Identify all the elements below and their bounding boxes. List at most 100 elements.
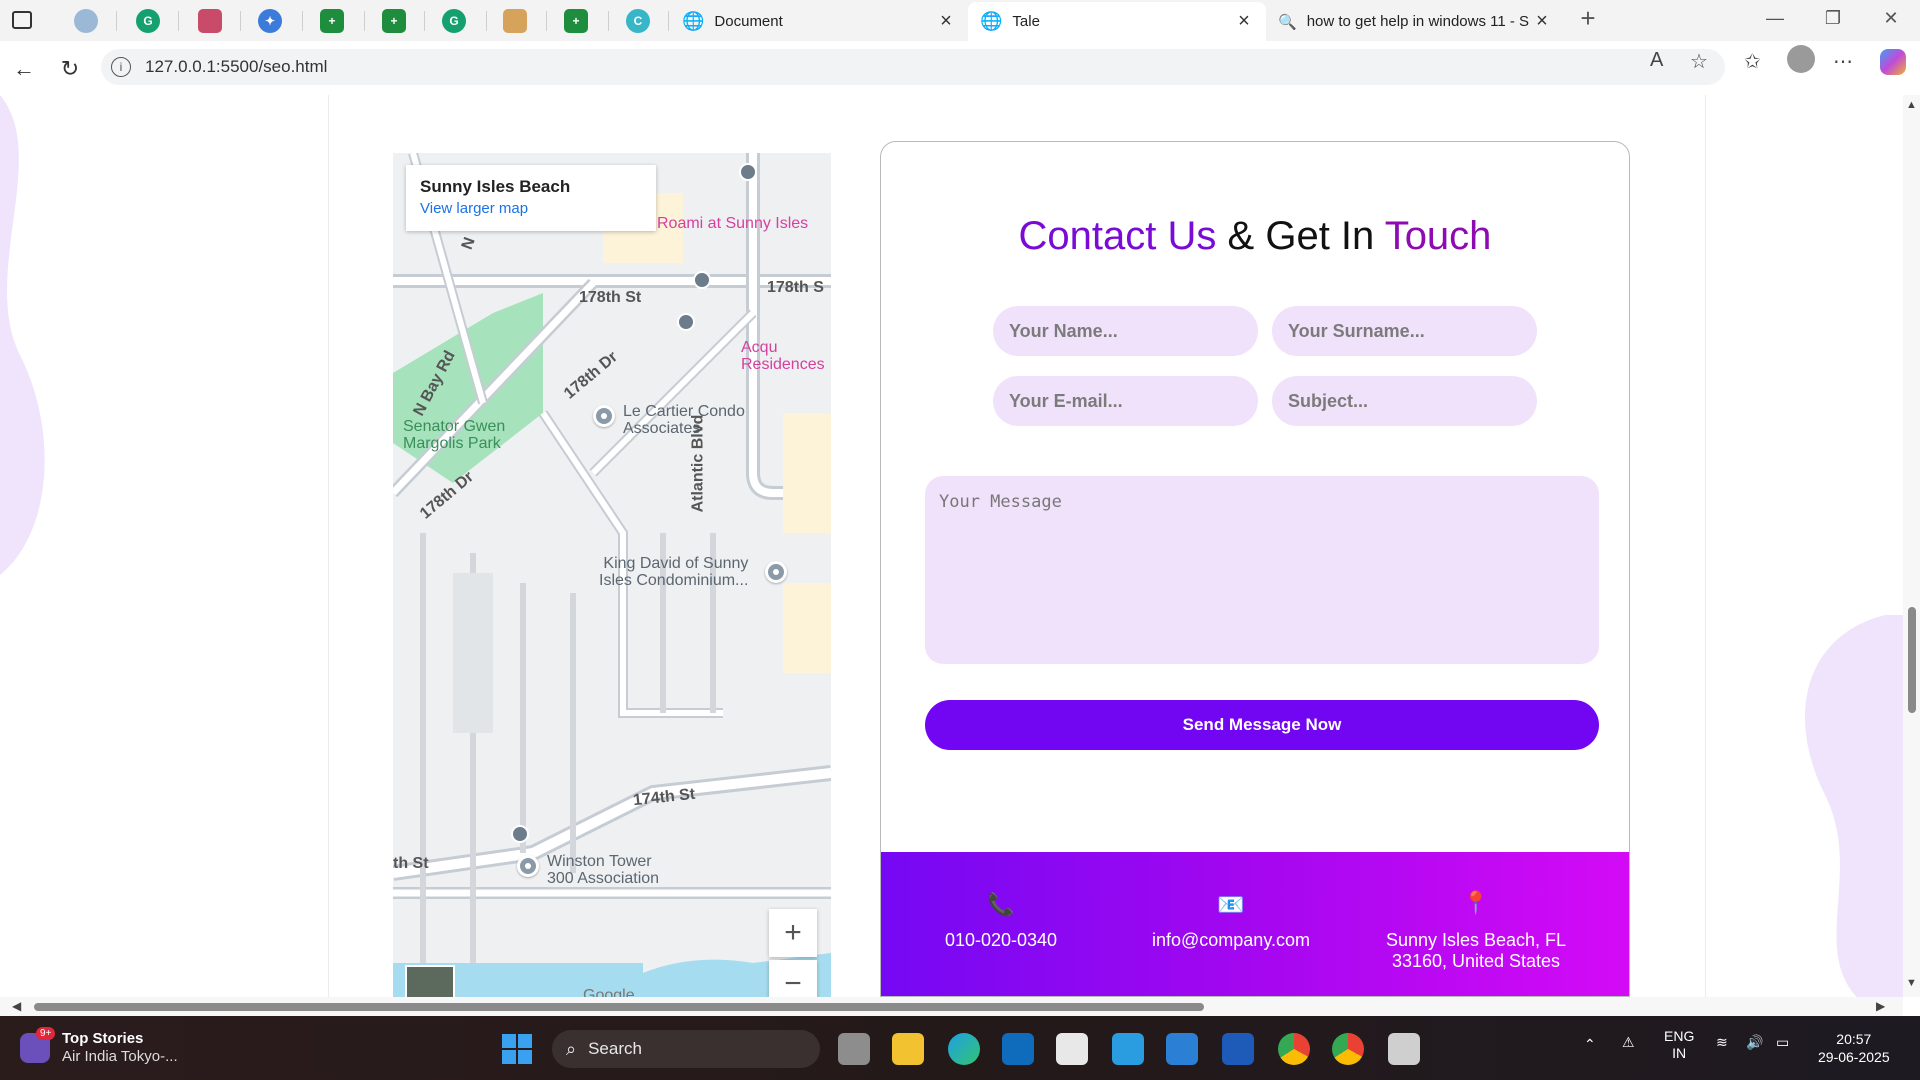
- address-line2: 33160, United States: [1391, 951, 1561, 971]
- address-line1: Sunny Isles Beach, FL: [1385, 930, 1567, 950]
- new-tab-button[interactable]: +: [1568, 3, 1608, 34]
- reload-icon[interactable]: ↻: [54, 53, 86, 85]
- browser-toolbar: ← ↻ i 127.0.0.1:5500/seo.html A ☆ ✩ ⋯: [0, 41, 1920, 95]
- store-icon[interactable]: [1056, 1033, 1088, 1065]
- zoom-out-button[interactable]: −: [769, 960, 817, 997]
- tab-document[interactable]: 🌐 Document ×: [670, 2, 968, 41]
- show-hidden-icons-chevron-icon[interactable]: ⌃: [1584, 1036, 1596, 1053]
- notes-app-icon[interactable]: [198, 9, 222, 33]
- task-view-icon[interactable]: [838, 1033, 870, 1065]
- back-arrow-icon[interactable]: ←: [8, 53, 40, 85]
- favorites-icon[interactable]: ✩: [1744, 49, 1761, 74]
- contact-info-band: 📞 010-020-0340 📧 info@company.com 📍 Sunn…: [881, 852, 1629, 996]
- tab-title: Document: [714, 13, 783, 30]
- tab-search-help[interactable]: 🔍 how to get help in windows 11 - S ×: [1266, 2, 1564, 41]
- chrome-icon[interactable]: [1332, 1033, 1364, 1065]
- tab-divider: [240, 11, 241, 31]
- vscode-icon[interactable]: [1166, 1033, 1198, 1065]
- email-info: 📧 info@company.com: [1131, 892, 1331, 951]
- message-textarea[interactable]: Your Message: [925, 476, 1599, 664]
- map-pin-icon[interactable]: [765, 561, 787, 583]
- scroll-left-arrow-icon[interactable]: ◀: [12, 999, 21, 1013]
- close-icon[interactable]: ×: [936, 10, 956, 33]
- view-larger-map-link[interactable]: View larger map: [420, 200, 642, 217]
- sheets-icon[interactable]: +: [320, 9, 344, 33]
- sheets-icon[interactable]: +: [564, 9, 588, 33]
- map-pin-icon[interactable]: [593, 405, 615, 427]
- close-window-button[interactable]: ✕: [1871, 8, 1911, 29]
- scroll-up-arrow-icon[interactable]: ▲: [1905, 99, 1918, 111]
- language-indicator[interactable]: ENG IN: [1664, 1028, 1694, 1062]
- horizontal-scrollbar[interactable]: ◀ ▶: [0, 997, 1903, 1016]
- file-explorer-icon[interactable]: [892, 1033, 924, 1065]
- zoom-in-button[interactable]: +: [769, 909, 817, 957]
- restore-button[interactable]: ❐: [1813, 8, 1853, 29]
- photos-icon[interactable]: [1112, 1033, 1144, 1065]
- system-clock[interactable]: 20:57 29-06-2025: [1818, 1030, 1890, 1066]
- edge-icon[interactable]: [948, 1033, 980, 1065]
- tab-tale[interactable]: 🌐 Tale ×: [968, 2, 1266, 41]
- address-bar[interactable]: i 127.0.0.1:5500/seo.html: [101, 49, 1725, 85]
- surname-field[interactable]: Your Surname...: [1272, 306, 1537, 356]
- phone-info: 📞 010-020-0340: [931, 892, 1071, 951]
- phone-number[interactable]: 010-020-0340: [945, 930, 1057, 950]
- grammarly-icon[interactable]: G: [442, 9, 466, 33]
- horizontal-scroll-thumb[interactable]: [34, 1003, 1204, 1011]
- map-label-th-st: th St: [393, 855, 429, 872]
- news-badge: 9+: [36, 1027, 56, 1040]
- news-widget[interactable]: 9+ Top Stories Air India Tokyo-...: [20, 1027, 178, 1066]
- vertical-scrollbar[interactable]: ▲ ▼: [1903, 95, 1920, 997]
- moon-app-icon[interactable]: [74, 9, 98, 33]
- chrome-profile-icon[interactable]: [1278, 1033, 1310, 1065]
- satellite-layer-toggle[interactable]: [405, 965, 455, 997]
- heading-touch: Touch: [1384, 214, 1492, 258]
- document-app-icon[interactable]: [503, 9, 527, 33]
- map-label-senator-park: Senator Gwen Margolis Park: [403, 418, 506, 452]
- tab-title: how to get help in windows 11 - S: [1306, 13, 1530, 30]
- scroll-down-arrow-icon[interactable]: ▼: [1905, 977, 1918, 989]
- minimize-button[interactable]: —: [1755, 8, 1795, 29]
- battery-icon[interactable]: ▭: [1776, 1034, 1789, 1051]
- map-pin-icon[interactable]: [517, 855, 539, 877]
- taskbar-search[interactable]: ⌕ Search: [552, 1030, 820, 1068]
- news-widget-icon: 9+: [20, 1027, 56, 1063]
- more-menu-icon[interactable]: ⋯: [1833, 49, 1853, 74]
- vertical-scroll-thumb[interactable]: [1908, 607, 1916, 713]
- tab-divider: [302, 11, 303, 31]
- scroll-right-arrow-icon[interactable]: ▶: [1876, 999, 1885, 1013]
- email-field[interactable]: Your E-mail...: [993, 376, 1258, 426]
- network-alert-icon[interactable]: ⚠: [1622, 1034, 1635, 1051]
- contact-heading: Contact Us & Get In Touch: [881, 214, 1629, 259]
- read-aloud-icon[interactable]: A: [1650, 49, 1663, 72]
- site-info-icon[interactable]: i: [111, 57, 131, 77]
- canva-icon[interactable]: C: [626, 9, 650, 33]
- grammarly-icon[interactable]: G: [136, 9, 160, 33]
- map-label-acqu: Acqu Residences: [741, 339, 825, 373]
- profile-avatar[interactable]: [1787, 45, 1815, 73]
- subject-field[interactable]: Subject...: [1272, 376, 1537, 426]
- email-address[interactable]: info@company.com: [1152, 930, 1310, 950]
- wifi-icon[interactable]: ≋: [1716, 1034, 1728, 1051]
- language-line2: IN: [1672, 1045, 1687, 1061]
- compass-app-icon[interactable]: ✦: [258, 9, 282, 33]
- address-info: 📍 Sunny Isles Beach, FL 33160, United St…: [1371, 892, 1581, 972]
- sheets-icon[interactable]: +: [382, 9, 406, 33]
- snipping-tool-icon[interactable]: [1388, 1033, 1420, 1065]
- send-message-button[interactable]: Send Message Now: [925, 700, 1599, 750]
- name-field[interactable]: Your Name...: [993, 306, 1258, 356]
- contact-panel: Contact Us & Get In Touch Your Name... Y…: [880, 141, 1630, 997]
- map-label-le-cartier: Le Cartier Condo Associates: [623, 403, 745, 437]
- embedded-map[interactable]: Sunny Isles Beach View larger map Roami …: [393, 153, 831, 997]
- windows-start-icon[interactable]: [502, 1034, 532, 1064]
- close-icon[interactable]: ×: [1532, 10, 1552, 33]
- outlook-icon[interactable]: [1002, 1033, 1034, 1065]
- sidebar-toggle-icon[interactable]: [12, 11, 32, 29]
- tab-divider: [608, 11, 609, 31]
- heading-ampersand: &: [1227, 214, 1255, 258]
- search-label: Search: [588, 1039, 642, 1058]
- volume-icon[interactable]: 🔊: [1746, 1034, 1763, 1051]
- word-icon[interactable]: [1222, 1033, 1254, 1065]
- favorite-star-icon[interactable]: ☆: [1690, 49, 1708, 74]
- close-icon[interactable]: ×: [1234, 10, 1254, 33]
- copilot-icon[interactable]: [1880, 49, 1906, 75]
